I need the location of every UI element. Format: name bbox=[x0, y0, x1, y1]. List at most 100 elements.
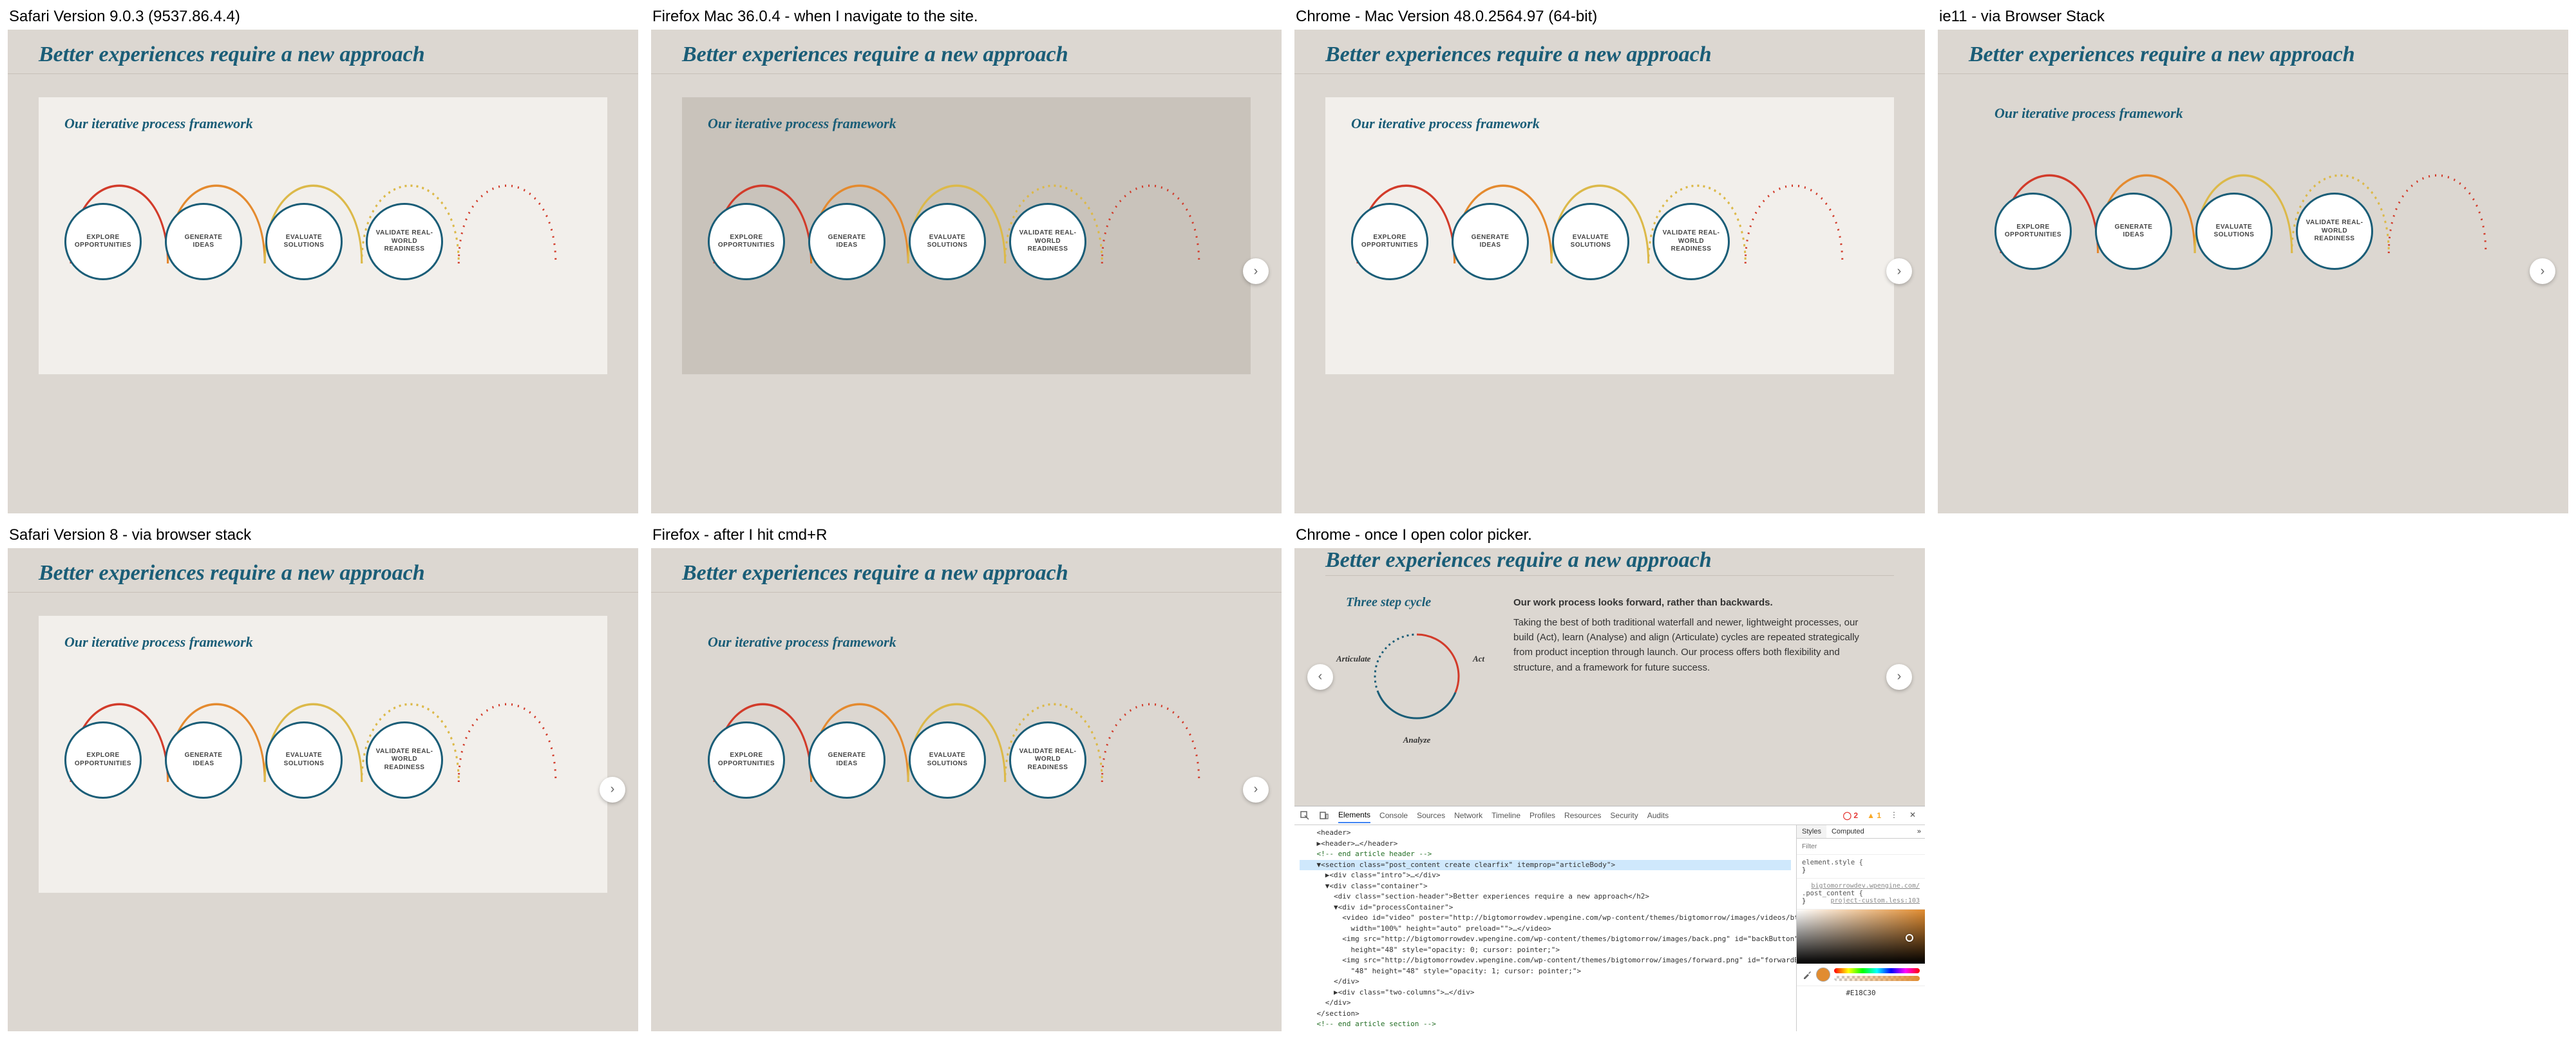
styles-expand-icon[interactable]: » bbox=[1870, 825, 1925, 838]
tab-console[interactable]: Console bbox=[1379, 808, 1408, 823]
comparison-grid: Safari Version 9.0.3 (9537.86.4.4) Bette… bbox=[0, 0, 2576, 1039]
browser-panel: Better experiences require a new approac… bbox=[8, 30, 638, 513]
alpha-slider[interactable] bbox=[1834, 976, 1920, 981]
next-button[interactable]: › bbox=[1243, 777, 1269, 803]
tab-network[interactable]: Network bbox=[1454, 808, 1482, 823]
process-subhead: Our iterative process framework bbox=[708, 115, 1225, 132]
dom-tree[interactable]: <header> ▶<header>…</header> <!-- end ar… bbox=[1294, 825, 1796, 1031]
color-picker-controls bbox=[1797, 964, 1925, 986]
circle-evaluate: EVALUATE SOLUTIONS bbox=[1552, 203, 1629, 280]
process-diagram: EXPLORE OPPORTUNITIES GENERATE IDEAS EVA… bbox=[708, 663, 1225, 812]
tab-resources[interactable]: Resources bbox=[1564, 808, 1601, 823]
circle-validate: VALIDATE REAL-WORLD READINESS bbox=[1653, 203, 1730, 280]
styles-tab-computed[interactable]: Computed bbox=[1826, 825, 1870, 838]
process-subhead: Our iterative process framework bbox=[64, 115, 582, 132]
circle-validate: VALIDATE REAL-WORLD READINESS bbox=[2296, 193, 2373, 270]
circle-generate: GENERATE IDEAS bbox=[165, 721, 242, 799]
device-mode-icon[interactable] bbox=[1319, 810, 1329, 821]
page-heading: Better experiences require a new approac… bbox=[8, 548, 638, 593]
prev-button[interactable]: ‹ bbox=[1307, 664, 1333, 690]
color-picker: #E18C30 bbox=[1797, 910, 1925, 1000]
browser-panel: Better experiences require a new approac… bbox=[651, 30, 1282, 513]
filter-input[interactable] bbox=[1802, 843, 1920, 850]
circle-generate: GENERATE IDEAS bbox=[2095, 193, 2172, 270]
cell-safari9: Safari Version 9.0.3 (9537.86.4.4) Bette… bbox=[8, 8, 638, 513]
process-box: Our iterative process framework EXPLORE … bbox=[682, 97, 1251, 374]
tab-audits[interactable]: Audits bbox=[1647, 808, 1669, 823]
circle-explore: EXPLORE OPPORTUNITIES bbox=[1994, 193, 2072, 270]
source-link[interactable]: bigtomorrowdev.wpengine.com/ bbox=[1811, 882, 1920, 890]
desc-body: Taking the best of both traditional wate… bbox=[1513, 617, 1859, 673]
circle-validate: VALIDATE REAL-WORLD READINESS bbox=[1009, 203, 1086, 280]
devtools-tabs: Elements Console Sources Network Timelin… bbox=[1294, 806, 1925, 825]
browser-panel: Better experiences require a new approac… bbox=[1294, 548, 1925, 1032]
devtools-menu-icon[interactable]: ⋮ bbox=[1890, 810, 1900, 821]
label-analyze: Analyze bbox=[1403, 735, 1431, 745]
process-diagram: EXPLORE OPPORTUNITIES GENERATE IDEAS EVA… bbox=[64, 663, 582, 812]
desc-strong: Our work process looks forward, rather t… bbox=[1513, 595, 1873, 610]
process-diagram: EXPLORE OPPORTUNITIES GENERATE IDEAS EVA… bbox=[708, 145, 1225, 293]
cell-chrome-colorpicker: Chrome - once I open color picker. Bette… bbox=[1294, 526, 1925, 1032]
page-heading: Better experiences require a new approac… bbox=[651, 548, 1282, 593]
circle-explore: EXPLORE OPPORTUNITIES bbox=[64, 203, 142, 280]
circle-explore: EXPLORE OPPORTUNITIES bbox=[64, 721, 142, 799]
cell-safari8: Safari Version 8 - via browser stack Bet… bbox=[8, 526, 638, 1032]
browser-panel: Better experiences require a new approac… bbox=[1938, 30, 2568, 513]
source-link-2[interactable]: project-custom.less:103 bbox=[1831, 897, 1920, 904]
process-subhead: Our iterative process framework bbox=[1994, 105, 2512, 122]
cycle-column: Three step cycle Articulate Act Analyze bbox=[1346, 595, 1488, 738]
next-button[interactable]: › bbox=[1886, 664, 1912, 690]
tab-elements[interactable]: Elements bbox=[1338, 808, 1370, 823]
cycle-ring: Articulate Act Analyze bbox=[1362, 622, 1472, 731]
circle-evaluate: EVALUATE SOLUTIONS bbox=[265, 203, 343, 280]
circle-explore: EXPLORE OPPORTUNITIES bbox=[1351, 203, 1428, 280]
caption: ie11 - via Browser Stack bbox=[1938, 8, 2568, 26]
error-badge[interactable]: ◯ 2 bbox=[1843, 811, 1858, 820]
circle-evaluate: EVALUATE SOLUTIONS bbox=[2195, 193, 2273, 270]
label-articulate: Articulate bbox=[1336, 654, 1370, 664]
color-picker-cursor[interactable] bbox=[1906, 934, 1913, 942]
cell-ie11: ie11 - via Browser Stack Better experien… bbox=[1938, 8, 2568, 513]
circle-explore: EXPLORE OPPORTUNITIES bbox=[708, 721, 785, 799]
caption: Chrome - once I open color picker. bbox=[1294, 526, 1925, 544]
color-picker-area[interactable] bbox=[1797, 910, 1925, 964]
next-button[interactable]: › bbox=[600, 777, 625, 803]
close-icon[interactable]: ✕ bbox=[1909, 810, 1920, 821]
tab-sources[interactable]: Sources bbox=[1417, 808, 1445, 823]
cell-firefox-nav: Firefox Mac 36.0.4 - when I navigate to … bbox=[651, 8, 1282, 513]
browser-panel: Better experiences require a new approac… bbox=[1294, 30, 1925, 513]
process-subhead: Our iterative process framework bbox=[64, 634, 582, 651]
warning-badge[interactable]: ▲ 1 bbox=[1867, 811, 1881, 820]
color-value[interactable]: #E18C30 bbox=[1797, 986, 1925, 1000]
process-box: Our iterative process framework EXPLORE … bbox=[39, 97, 607, 374]
rule-block[interactable]: bigtomorrowdev.wpengine.com/ .post_conte… bbox=[1797, 879, 1925, 910]
styles-tabs: Styles Computed » bbox=[1797, 825, 1925, 839]
caption: Firefox Mac 36.0.4 - when I navigate to … bbox=[651, 8, 1282, 26]
page-heading: Better experiences require a new approac… bbox=[1294, 30, 1925, 74]
process-subhead: Our iterative process framework bbox=[1351, 115, 1868, 132]
devtools-panel: Elements Console Sources Network Timelin… bbox=[1294, 806, 1925, 1031]
next-button[interactable]: › bbox=[1886, 258, 1912, 284]
process-box: Our iterative process framework EXPLORE … bbox=[1969, 87, 2537, 364]
cell-chrome48: Chrome - Mac Version 48.0.2564.97 (64-bi… bbox=[1294, 8, 1925, 513]
styles-tab-styles[interactable]: Styles bbox=[1797, 825, 1826, 838]
tab-security[interactable]: Security bbox=[1610, 808, 1638, 823]
cell-firefox-reload: Firefox - after I hit cmd+R Better exper… bbox=[651, 526, 1282, 1032]
eyedropper-icon[interactable] bbox=[1802, 969, 1812, 980]
circle-evaluate: EVALUATE SOLUTIONS bbox=[909, 721, 986, 799]
hue-slider[interactable] bbox=[1834, 968, 1920, 973]
process-box: Our iterative process framework EXPLORE … bbox=[1325, 97, 1894, 374]
color-swatch[interactable] bbox=[1816, 968, 1830, 982]
next-button[interactable]: › bbox=[2530, 258, 2555, 284]
description-column: Our work process looks forward, rather t… bbox=[1513, 595, 1873, 675]
tab-timeline[interactable]: Timeline bbox=[1492, 808, 1520, 823]
tab-profiles[interactable]: Profiles bbox=[1530, 808, 1555, 823]
circle-generate: GENERATE IDEAS bbox=[808, 203, 886, 280]
inspect-icon[interactable] bbox=[1300, 810, 1310, 821]
page-heading: Better experiences require a new approac… bbox=[8, 30, 638, 74]
styles-pane: Styles Computed » element.style { } b bbox=[1796, 825, 1925, 1031]
next-button[interactable]: › bbox=[1243, 258, 1269, 284]
circle-validate: VALIDATE REAL-WORLD READINESS bbox=[366, 203, 443, 280]
cell-empty bbox=[1938, 526, 2568, 1032]
element-style-block[interactable]: element.style { } bbox=[1797, 855, 1925, 879]
